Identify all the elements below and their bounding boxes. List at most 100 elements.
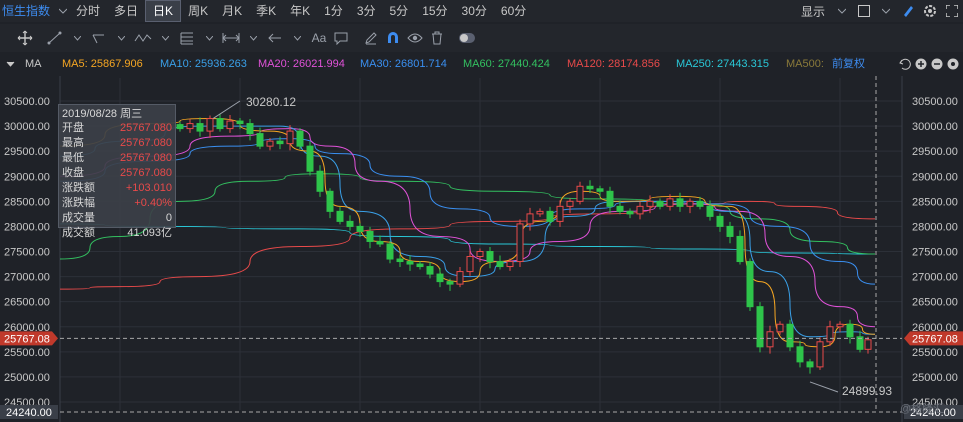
chevron-down-icon[interactable] (198, 24, 220, 52)
tab-period[interactable]: 月K (215, 0, 249, 22)
chevron-down-icon[interactable] (66, 24, 88, 52)
ma-legend-item[interactable]: MA250: 27443.315 (676, 54, 769, 74)
candle-body (864, 339, 872, 350)
tab-period[interactable]: 1分 (317, 0, 350, 22)
fibonacci-tool-icon[interactable] (176, 24, 198, 52)
tab-period[interactable]: 周K (181, 0, 215, 22)
zoom-out-icon[interactable] (929, 54, 945, 74)
candle-body (516, 223, 524, 263)
brush-icon[interactable] (897, 0, 919, 22)
ma-legend-item[interactable]: MA30: 26801.714 (360, 54, 447, 74)
candle-body (236, 120, 244, 125)
tab-period[interactable]: 日K (145, 0, 182, 22)
toggle-icon[interactable] (456, 24, 478, 52)
adjust-mode-label[interactable]: 前复权 (832, 54, 865, 74)
index-name[interactable]: 恒生指数 (0, 0, 57, 22)
price-label-right: 29000.00 (912, 171, 958, 183)
display-select[interactable]: 显示 (795, 3, 831, 20)
candle-body (556, 205, 564, 222)
zoom-in-icon[interactable] (913, 54, 929, 74)
chevron-down-icon[interactable] (286, 24, 308, 52)
eye-icon[interactable] (404, 24, 426, 52)
ma-legend-item[interactable]: MA60: 27440.424 (463, 54, 550, 74)
crosshair-move-icon[interactable] (14, 24, 36, 52)
undo-icon[interactable] (897, 54, 913, 74)
chevron-down-icon[interactable] (875, 0, 897, 22)
candle-body (576, 185, 584, 202)
text-tool-icon[interactable]: Aa (308, 24, 330, 52)
price-label-right: 25000.00 (912, 372, 958, 384)
candle-body (846, 323, 854, 338)
candle-body (506, 261, 514, 268)
candle-body (596, 188, 604, 192)
chevron-down-icon[interactable] (154, 24, 176, 52)
price-label-right: 27500.00 (912, 247, 958, 259)
bottom-price-left: 24240.00 (6, 407, 52, 419)
magnet-icon[interactable] (382, 24, 404, 52)
tab-period[interactable]: 年K (283, 0, 317, 22)
chevron-down-icon[interactable] (110, 24, 132, 52)
candle-body (216, 118, 224, 130)
tab-period[interactable]: 15分 (415, 0, 454, 22)
info-value: +0.40% (134, 197, 172, 209)
price-label-right: 27000.00 (912, 272, 958, 284)
trash-icon[interactable] (426, 24, 448, 52)
arrow-tool-icon[interactable] (264, 24, 286, 52)
tab-period[interactable]: 5分 (383, 0, 416, 22)
candle-body (456, 271, 464, 285)
tab-period[interactable]: 30分 (455, 0, 494, 22)
ma-toggle-label[interactable]: MA (25, 54, 42, 74)
comment-tool-icon[interactable] (330, 24, 352, 52)
candle-body (296, 130, 304, 147)
low-leader-line (809, 381, 839, 393)
ma-collapse-chevron-icon[interactable] (6, 54, 15, 74)
drawing-toolbar: Aa (0, 24, 963, 52)
candle-body (206, 118, 214, 132)
candle-body (776, 323, 784, 333)
settings-gear-icon[interactable] (919, 0, 941, 22)
price-label-left: 28500.00 (4, 196, 50, 208)
candle-body (536, 210, 544, 215)
candle-body (316, 170, 324, 192)
wave-tool-icon[interactable] (132, 24, 154, 52)
info-row: 最高 25767.080 (62, 136, 172, 151)
pen-edit-icon[interactable] (360, 24, 382, 52)
settings-gear-icon[interactable] (945, 54, 961, 74)
price-label-right: 30000.00 (912, 121, 958, 133)
line-tool-icon[interactable] (44, 24, 66, 52)
tab-period[interactable]: 60分 (494, 0, 533, 22)
tab-period[interactable]: 多日 (107, 0, 145, 22)
ma-legend-item[interactable]: MA10: 25936.263 (160, 54, 247, 74)
tab-period[interactable]: 3分 (350, 0, 383, 22)
channel-tool-icon[interactable] (88, 24, 110, 52)
ma-legend-item[interactable]: MA500: (786, 54, 824, 74)
price-label-right: 29500.00 (912, 146, 958, 158)
info-row: 开盘 25767.080 (62, 121, 172, 136)
tab-period[interactable]: 季K (249, 0, 283, 22)
chevron-down-icon[interactable] (57, 0, 69, 22)
ma-legend-item[interactable]: MA20: 26021.994 (258, 54, 345, 74)
high-leader-line (212, 100, 241, 119)
chevron-down-icon[interactable] (831, 0, 853, 22)
period-toolbar: 恒生指数 分时 多日 日K 周K 月K 季K 年K 1分 3分 5分 15分 30分 60分 显示 (0, 0, 963, 22)
candle-body (646, 200, 654, 207)
candle-body (496, 261, 504, 268)
range-measure-icon[interactable] (220, 24, 242, 52)
candle-body (196, 123, 204, 132)
info-row: 成交量 0 (62, 211, 172, 226)
ma-legend-item[interactable]: MA5: 25867.906 (62, 54, 143, 74)
square-toggle-icon[interactable] (853, 0, 875, 22)
price-label-left: 30000.00 (4, 121, 50, 133)
ma-legend-item[interactable]: MA120: 28174.856 (567, 54, 660, 74)
ohlc-info-panel: 2019/08/28 周三 开盘 25767.080 最高 25767.080 最低 25… (58, 104, 176, 239)
candle-body (816, 341, 824, 368)
price-label-right: 28500.00 (912, 196, 958, 208)
price-label-right: 30500.00 (912, 96, 958, 108)
chevron-down-icon[interactable] (242, 24, 264, 52)
candle-body (626, 210, 634, 215)
fullscreen-icon[interactable] (941, 0, 963, 22)
candle-body (386, 243, 394, 260)
candle-body (676, 198, 684, 207)
candle-body (806, 361, 814, 368)
tab-period[interactable]: 分时 (69, 0, 107, 22)
